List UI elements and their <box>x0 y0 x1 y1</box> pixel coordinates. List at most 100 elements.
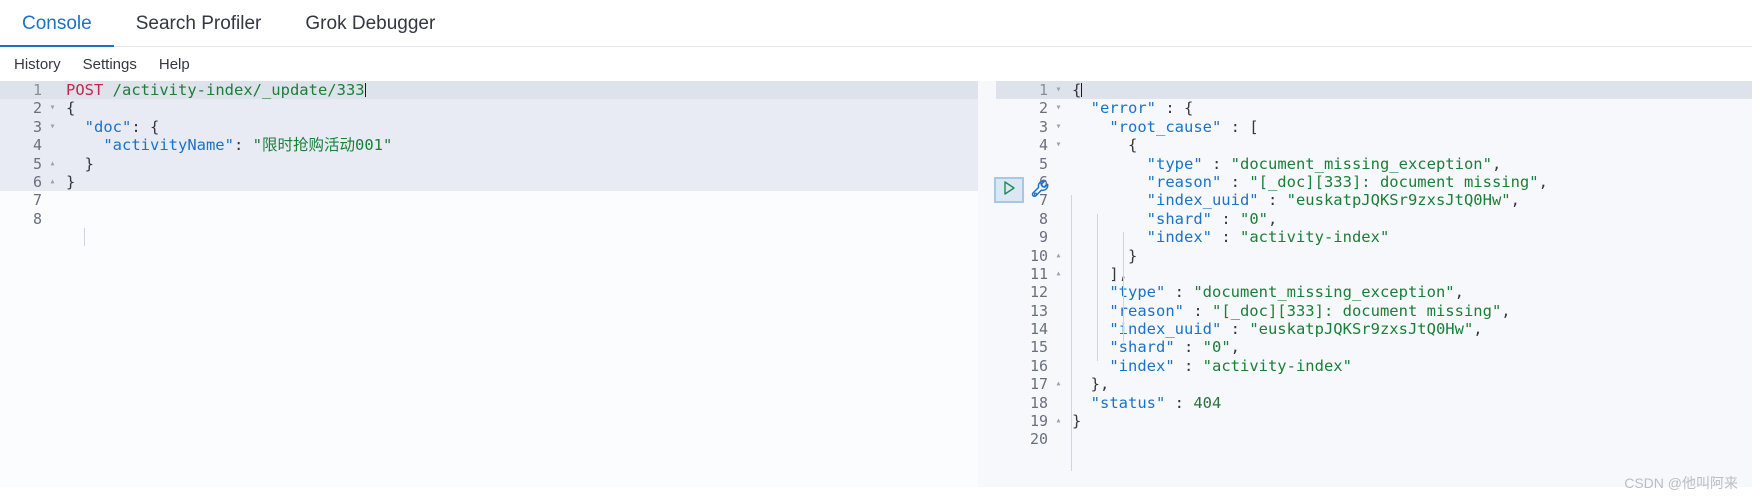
code-text: "root_cause" : [ <box>1065 117 1259 136</box>
fold-toggle-icon[interactable]: ▴ <box>1052 265 1065 283</box>
fold-toggle-icon[interactable]: ▴ <box>1052 247 1065 265</box>
tab-grok-debugger[interactable]: Grok Debugger <box>283 14 457 46</box>
fold-toggle-icon[interactable]: ▾ <box>1052 136 1065 154</box>
line-number: 13 <box>1029 301 1048 320</box>
code-text: "index_uuid" : "euskatpJQKSr9zxsJtQ0Hw", <box>1065 320 1482 339</box>
menu-item-settings[interactable]: Settings <box>83 56 137 73</box>
line-number: 8 <box>32 209 42 228</box>
code-line: 17 ▴ }, <box>996 375 1752 393</box>
code-line: 8 "shard" : "0", <box>996 210 1752 228</box>
line-number: 16 <box>1029 356 1048 375</box>
code-text: "type" : "document_missing_exception", <box>1065 283 1464 301</box>
fold-toggle-icon[interactable]: ▾ <box>1052 81 1065 99</box>
token: "type" <box>1109 283 1166 302</box>
line-number: 20 <box>1029 430 1048 449</box>
line-number: 1 <box>1038 81 1048 99</box>
line-number: 2 <box>32 99 42 118</box>
token: "shard" <box>1146 209 1212 228</box>
token: : <box>1174 356 1203 375</box>
token: , <box>1501 301 1511 320</box>
line-number: 4 <box>32 136 42 155</box>
token: "activity-index" <box>1202 356 1352 375</box>
code-line: 4 "activityName": "限时抢购活动001" <box>0 136 978 155</box>
token: : <box>1221 320 1250 339</box>
token: { <box>66 99 76 118</box>
line-number: 9 <box>1038 228 1048 247</box>
code-line: 6 ▴} <box>0 172 978 192</box>
code-line: 18 "status" : 404 <box>996 394 1752 412</box>
token: "activity-index" <box>1239 228 1390 247</box>
code-text: "doc": { <box>59 117 160 136</box>
token: , <box>1510 191 1520 210</box>
token: /activity-index/_update/333 <box>112 81 365 99</box>
token: : [ <box>1221 117 1259 136</box>
code-text: POST /activity-index/_update/333 <box>59 81 366 99</box>
tab-search-profiler[interactable]: Search Profiler <box>114 14 284 46</box>
token: "reason" <box>1146 172 1222 191</box>
token: "type" <box>1146 154 1203 173</box>
code-text: "index" : "activity-index" <box>1065 357 1352 375</box>
token: "index_uuid" <box>1109 320 1222 339</box>
code-line: 7 "index_uuid" : "euskatpJQKSr9zxsJtQ0Hw… <box>996 191 1752 209</box>
indent-guide <box>84 228 85 246</box>
code-line: 7 <box>0 191 978 209</box>
wrench-icon[interactable] <box>1030 178 1054 202</box>
token: , <box>1491 154 1502 173</box>
fold-toggle-icon[interactable]: ▴ <box>46 155 59 173</box>
fold-toggle-icon[interactable]: ▴ <box>1052 375 1065 393</box>
play-icon <box>1003 180 1016 200</box>
line-number: 5 <box>32 154 42 173</box>
request-editor-pane[interactable]: 1 POST /activity-index/_update/333 2 ▾ {3 ▾ "… <box>0 81 978 487</box>
token: : <box>1211 228 1240 247</box>
pane-divider[interactable] <box>978 81 996 487</box>
fold-toggle-icon[interactable]: ▾ <box>1052 118 1065 136</box>
fold-toggle-icon[interactable]: ▴ <box>1052 412 1065 430</box>
code-line: 4 ▾ { <box>996 136 1752 154</box>
response-editor-pane[interactable]: 1 ▾{2 ▾ "error" : {3 ▾ "root_cause" : [4 ▾ {… <box>996 81 1752 487</box>
code-text: "shard" : "0", <box>1065 338 1240 356</box>
menu-item-history[interactable]: History <box>14 56 61 73</box>
fold-toggle-icon[interactable]: ▾ <box>46 99 59 117</box>
token: { <box>1072 136 1138 155</box>
code-line: 10 ▴ } <box>996 247 1752 265</box>
fold-toggle-icon[interactable]: ▴ <box>46 173 59 191</box>
token: "0" <box>1202 338 1231 357</box>
line-number: 10 <box>1029 246 1048 265</box>
code-text: "activityName": "限时抢购活动001" <box>59 136 392 154</box>
token: } <box>66 154 94 173</box>
indent-guide <box>1097 214 1098 361</box>
line-number: 14 <box>1029 320 1048 339</box>
menu-item-help[interactable]: Help <box>159 56 190 73</box>
token: "error" <box>1090 99 1156 118</box>
code-line: 9 "index" : "activity-index" <box>996 228 1752 246</box>
line-number: 15 <box>1029 338 1048 357</box>
token: "doc" <box>84 117 132 136</box>
code-line: 2 ▾ "error" : { <box>996 99 1752 117</box>
token: "index" <box>1146 228 1212 247</box>
fold-toggle-icon[interactable]: ▾ <box>46 118 59 136</box>
code-text: } <box>1065 247 1137 265</box>
tab-console[interactable]: Console <box>0 14 114 47</box>
code-line: 5 "type" : "document_missing_exception", <box>996 155 1752 173</box>
line-number: 7 <box>32 191 42 210</box>
token: ], <box>1072 264 1128 283</box>
code-line: 1 POST /activity-index/_update/333 <box>0 81 978 100</box>
code-text: { <box>1065 81 1083 99</box>
fold-toggle-icon[interactable]: ▾ <box>1052 99 1065 117</box>
token: "euskatpJQKSr9zxsJtQ0Hw" <box>1286 191 1511 210</box>
send-request-button[interactable] <box>994 177 1024 203</box>
token: } <box>66 172 76 191</box>
line-number: 2 <box>1038 99 1048 118</box>
line-number: 5 <box>1038 154 1048 173</box>
line-number: 8 <box>1038 209 1048 228</box>
request-code[interactable]: 1 POST /activity-index/_update/333 2 ▾ {3 ▾ "… <box>0 81 978 228</box>
text-caret <box>364 83 366 97</box>
